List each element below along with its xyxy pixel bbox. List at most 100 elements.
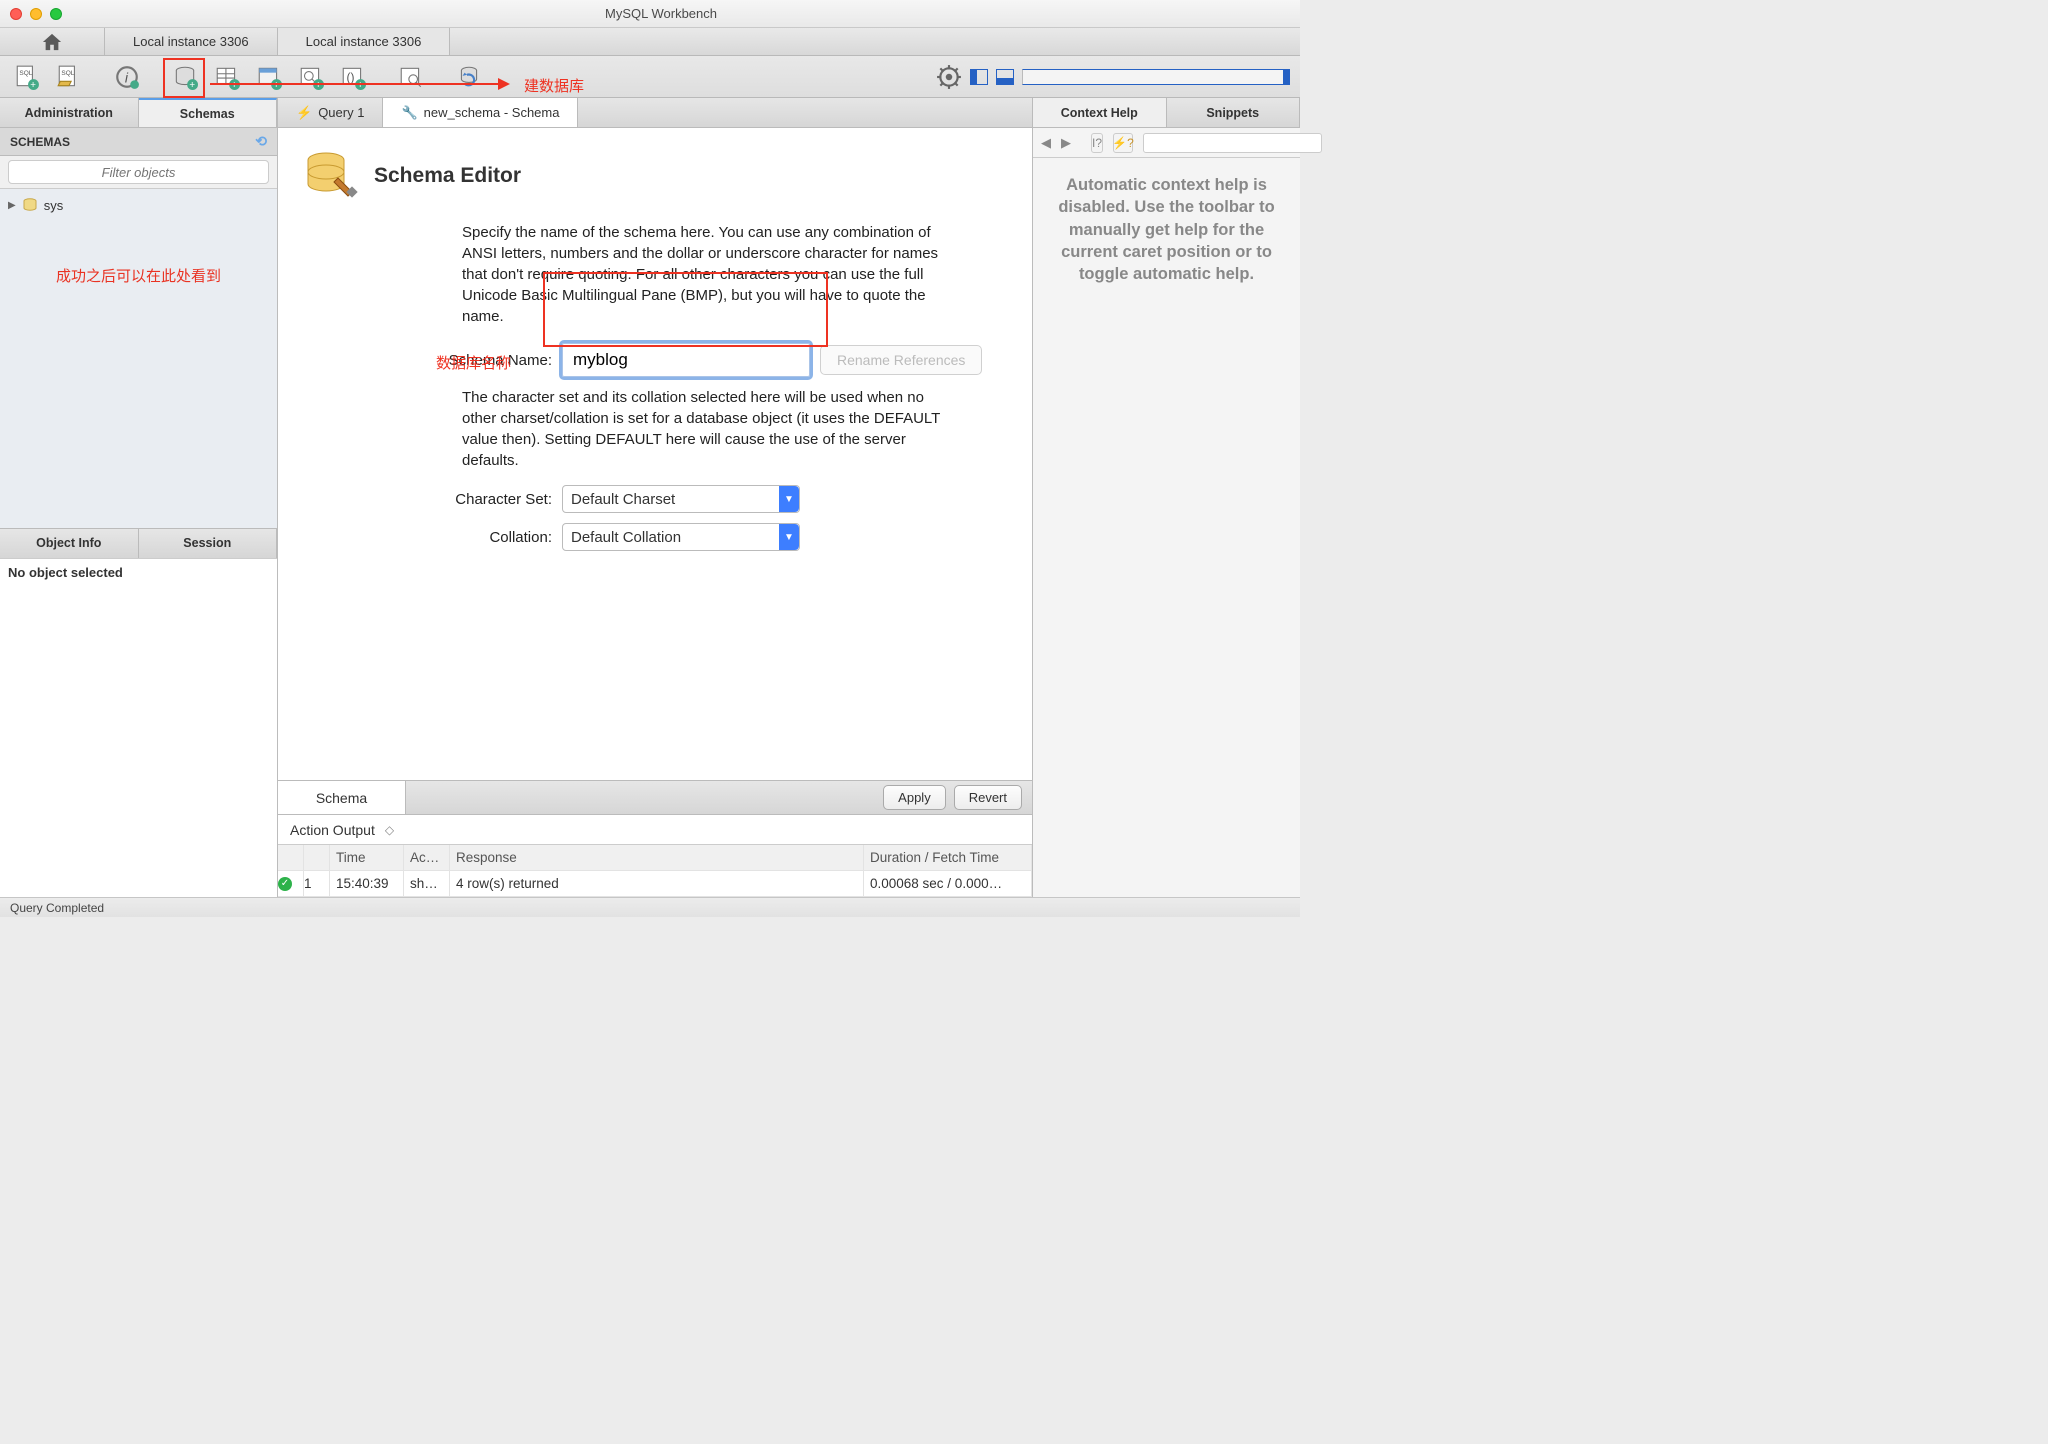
col-response: Response: [450, 845, 864, 870]
help-manual-button[interactable]: I?: [1091, 133, 1103, 153]
zoom-window-button[interactable]: [50, 8, 62, 20]
apply-button[interactable]: Apply: [883, 785, 946, 810]
connection-tab-1[interactable]: Local instance 3306: [105, 28, 278, 55]
status-message: Query Completed: [10, 901, 104, 915]
cell-duration: 0.00068 sec / 0.000…: [864, 871, 1032, 896]
minimize-window-button[interactable]: [30, 8, 42, 20]
schema-editor-description-2: The character set and its collation sele…: [462, 387, 942, 471]
svg-text:+: +: [30, 79, 36, 89]
create-function-button[interactable]: ()+: [336, 62, 370, 92]
svg-text:+: +: [189, 79, 195, 89]
charset-label: Character Set:: [422, 491, 552, 508]
context-help-toolbar: ◀ ▶ I? ⚡?: [1033, 128, 1300, 158]
wrench-icon: 🔧: [401, 105, 417, 121]
rename-references-button[interactable]: Rename References: [820, 345, 982, 375]
schema-name-input[interactable]: [562, 343, 810, 377]
toggle-left-panel-button[interactable]: [970, 69, 988, 85]
sidebar-tab-schemas[interactable]: Schemas: [139, 98, 278, 127]
revert-button[interactable]: Revert: [954, 785, 1022, 810]
dropdown-arrow-icon: ▼: [779, 524, 799, 550]
collation-value: Default Collation: [571, 529, 681, 546]
right-tab-context-help[interactable]: Context Help: [1033, 98, 1167, 127]
collation-select[interactable]: Default Collation ▼: [562, 523, 800, 551]
create-procedure-button[interactable]: +: [294, 62, 328, 92]
context-help-message: Automatic context help is disabled. Use …: [1033, 158, 1300, 301]
schema-editor: Schema Editor Specify the name of the sc…: [278, 128, 1032, 780]
charset-value: Default Charset: [571, 491, 675, 508]
toggle-right-panel-button[interactable]: [1022, 69, 1290, 85]
new-sql-file-button[interactable]: SQL +: [10, 62, 44, 92]
dropdown-arrow-icon: ▼: [779, 486, 799, 512]
charset-select[interactable]: Default Charset ▼: [562, 485, 800, 513]
editor-tab-schema-label: new_schema - Schema: [424, 105, 560, 120]
no-object-selected-label: No object selected: [8, 565, 123, 580]
schema-tree-item-label: sys: [44, 198, 64, 213]
main-panel: ⚡Query 1 🔧 new_schema - Schema Schema Edi…: [278, 98, 1032, 897]
collation-label: Collation:: [422, 529, 552, 546]
editor-tab-query[interactable]: ⚡Query 1: [278, 98, 383, 127]
sidebar-tab-administration[interactable]: Administration: [0, 98, 139, 127]
editor-tab-query-label: Query 1: [318, 105, 364, 120]
main-toolbar: SQL + SQL i + + + + ()+: [0, 56, 1300, 98]
col-duration: Duration / Fetch Time: [864, 845, 1032, 870]
schema-tree-item[interactable]: ▶ sys: [0, 195, 277, 215]
footer-tab-schema[interactable]: Schema: [278, 781, 406, 814]
help-search-input[interactable]: [1143, 133, 1322, 153]
toggle-bottom-panel-button[interactable]: [996, 69, 1014, 85]
create-schema-button[interactable]: +: [168, 62, 202, 92]
search-table-data-button[interactable]: [394, 62, 428, 92]
annotation-arrow: [210, 83, 508, 85]
output-panel: Action Output ◇ Time Ac… Response Durati…: [278, 814, 1032, 897]
schema-tree[interactable]: ▶ sys 成功之后可以在此处看到: [0, 189, 277, 528]
help-back-button[interactable]: ◀: [1041, 135, 1051, 151]
connection-tabs: Local instance 3306 Local instance 3306: [0, 28, 1300, 56]
database-icon: [22, 197, 38, 213]
svg-text:SQL: SQL: [61, 69, 74, 76]
settings-button[interactable]: [936, 62, 962, 92]
titlebar: MySQL Workbench: [0, 0, 1300, 28]
sidebar: Administration Schemas SCHEMAS ⟲ ▶ sys 成…: [0, 98, 278, 897]
schema-editor-footer: Schema Apply Revert: [278, 780, 1032, 814]
cell-response: 4 row(s) returned: [450, 871, 864, 896]
output-sort-icon[interactable]: ◇: [385, 823, 394, 837]
annotation-db-name-label: 数据库名称: [436, 352, 511, 373]
cell-action: sh…: [404, 871, 450, 896]
sidebar-tab-session[interactable]: Session: [139, 529, 278, 558]
right-tab-snippets[interactable]: Snippets: [1167, 98, 1301, 127]
col-action: Ac…: [404, 845, 450, 870]
create-table-button[interactable]: +: [210, 62, 244, 92]
refresh-schemas-icon[interactable]: ⟲: [255, 133, 267, 150]
schema-filter: [0, 156, 277, 189]
help-forward-button[interactable]: ▶: [1061, 135, 1071, 151]
output-table-row[interactable]: ✓ 1 15:40:39 sh… 4 row(s) returned 0.000…: [278, 871, 1032, 897]
success-icon: ✓: [278, 877, 292, 891]
output-panel-title: Action Output: [290, 822, 375, 838]
right-panel: Context Help Snippets ◀ ▶ I? ⚡? Automati…: [1032, 98, 1300, 897]
close-window-button[interactable]: [10, 8, 22, 20]
col-time: Time: [330, 845, 404, 870]
reconnect-button[interactable]: [452, 62, 486, 92]
schema-editor-description-1: Specify the name of the schema here. You…: [462, 222, 942, 327]
sidebar-tab-object-info[interactable]: Object Info: [0, 529, 139, 558]
window-controls: [10, 8, 62, 20]
schema-editor-title: Schema Editor: [374, 164, 521, 188]
connection-tab-2[interactable]: Local instance 3306: [278, 28, 451, 55]
svg-text:(): (): [347, 70, 355, 84]
window-title: MySQL Workbench: [62, 6, 1300, 21]
open-sql-file-button[interactable]: SQL: [52, 62, 86, 92]
schema-filter-input[interactable]: [8, 160, 269, 184]
svg-text:i: i: [125, 69, 129, 85]
statusbar: Query Completed: [0, 897, 1300, 917]
home-icon: [41, 32, 63, 52]
editor-tab-schema[interactable]: 🔧 new_schema - Schema: [383, 98, 578, 127]
svg-text:SQL: SQL: [19, 69, 32, 76]
schemas-header: SCHEMAS ⟲: [0, 128, 277, 156]
output-table-header: Time Ac… Response Duration / Fetch Time: [278, 845, 1032, 871]
home-tab[interactable]: [0, 28, 105, 55]
annotation-create-db-label: 建数据库: [524, 75, 584, 96]
expand-icon[interactable]: ▶: [8, 200, 16, 211]
help-auto-button[interactable]: ⚡?: [1113, 133, 1133, 153]
inspector-button[interactable]: i: [110, 62, 144, 92]
object-info-content: No object selected: [0, 558, 277, 898]
create-view-button[interactable]: +: [252, 62, 286, 92]
